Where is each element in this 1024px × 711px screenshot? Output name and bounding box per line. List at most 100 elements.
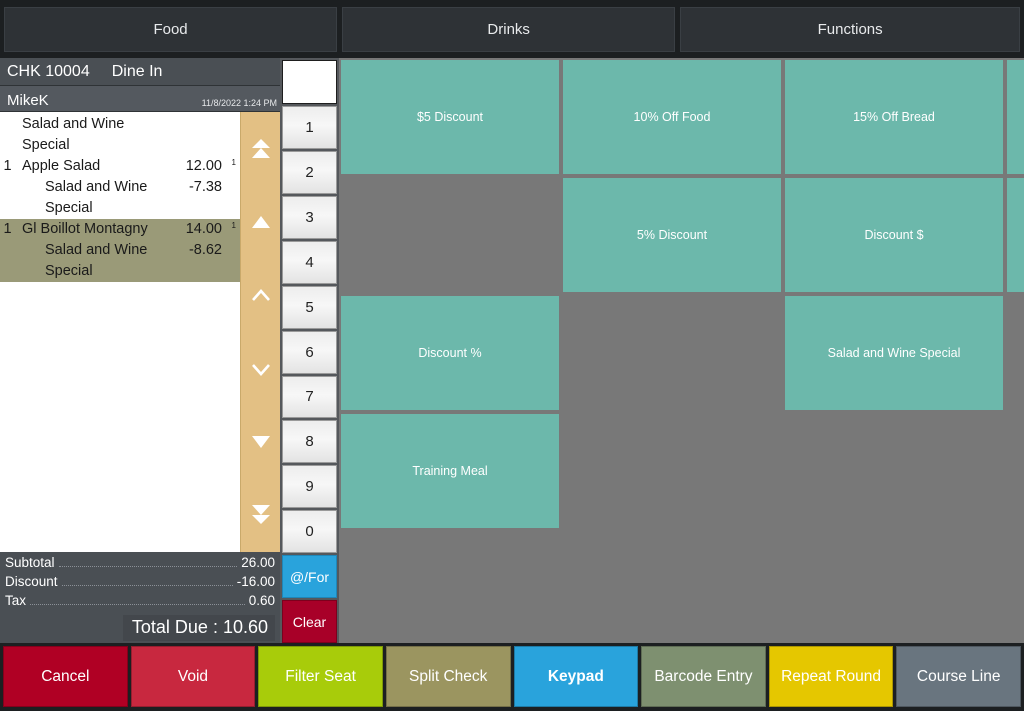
action-button-split-check[interactable]: Split Check [385,646,511,707]
function-tile[interactable]: 15% Off Bread [785,60,1003,174]
subtotal-value: 26.00 [241,555,275,570]
keypad-key-2[interactable]: 2 [282,150,337,194]
order-type: Dine In [111,62,163,80]
function-tile[interactable]: 10% Off Food [563,60,781,174]
keypad-at-for-button[interactable]: @/For [282,555,337,599]
order-items-area: Salad and Wine Special 1 Apple Salad 12.00 1… [0,112,280,552]
action-button-cancel[interactable]: Cancel [3,646,128,707]
function-tile[interactable]: $5 Discount [341,60,559,174]
tab-functions[interactable]: Functions [680,7,1020,52]
action-button-filter-seat[interactable]: Filter Seat [258,646,383,707]
server-bar: MikeK 11/8/2022 1:24 PM [0,86,280,112]
order-line-qty: 1 [3,221,12,237]
order-line-amount: -7.38 [188,179,222,195]
keypad-key-7[interactable]: 7 [282,375,337,419]
order-line-item[interactable]: Special [0,198,240,219]
action-button-label: Split Check [408,667,488,685]
order-items-list[interactable]: Salad and Wine Special 1 Apple Salad 12.00 1… [0,112,240,552]
total-due-value: 10.60 [222,617,268,637]
order-line-item[interactable]: 1 Gl Boillot Montagny 14.00 1 [0,219,240,240]
total-due-row: Total Due:10.60 [123,615,275,641]
order-line-amount: 14.00 [185,221,222,237]
action-button-label: Repeat Round [781,667,882,685]
action-button-course-line[interactable]: Course Line [896,646,1021,707]
keypad-key-0[interactable]: 0 [282,510,337,554]
order-line-name: Special [45,200,93,216]
function-tile-label: Discount $ [864,228,924,242]
order-line-name: Apple Salad [22,158,101,174]
order-line-name: Salad and Wine [45,179,148,195]
keypad-key-6[interactable]: 6 [282,330,337,374]
discount-label: Discount [5,574,58,589]
discount-leader [61,585,233,586]
function-tile[interactable]: 5% Discount [563,178,781,292]
function-tile-clipped[interactable] [1007,60,1024,174]
function-tile[interactable]: Discount $ [785,178,1003,292]
action-button-void[interactable]: Void [130,646,256,707]
scroll-page-up-button[interactable] [241,185,280,258]
function-tile-label: 15% Off Bread [853,110,935,124]
order-line-seat-number: 1 [222,219,240,240]
subtotal-leader [58,566,238,567]
action-button-bar: Cancel Void Filter Seat Split Check Keypad Ba… [0,643,1024,711]
triangle-up-icon [251,215,270,228]
category-tab-bar: Food Drinks Functions [0,0,1024,58]
tab-drinks-label: Drinks [487,21,530,38]
function-tile-clipped[interactable] [1007,178,1024,292]
keypad-key-1[interactable]: 1 [282,106,337,149]
keypad-clear-button[interactable]: Clear [282,600,337,644]
total-due-separator: : [212,617,218,637]
tax-row: Tax 0.60 [5,593,275,612]
total-due-label: Total Due [131,617,208,637]
order-line-item[interactable]: Salad and Wine -7.38 [0,177,240,198]
keypad-key-5[interactable]: 5 [282,285,337,329]
keypad-key-4[interactable]: 4 [282,240,337,284]
order-line-item[interactable]: Special [0,261,240,282]
double-chevron-up-icon [251,138,270,158]
scroll-top-button[interactable] [241,112,280,185]
scroll-bottom-button[interactable] [241,479,280,552]
action-button-keypad[interactable]: Keypad [513,646,639,707]
order-line-seat-value: 1 [231,221,236,230]
action-button-label: Cancel [41,667,90,685]
server-name: MikeK [7,92,49,109]
function-tile-label: $5 Discount [416,110,483,124]
discount-row: Discount -16.00 [5,574,275,593]
keypad-key-3[interactable]: 3 [282,195,337,239]
function-tile-label: 10% Off Food [633,110,711,124]
check-number: CHK 10004 [7,62,90,80]
function-tile[interactable]: Training Meal [341,414,559,528]
order-panel: CHK 10004 Dine In MikeK 11/8/2022 1:24 P… [0,58,280,643]
double-chevron-down-icon [251,505,270,525]
triangle-down-icon [251,435,270,448]
keypad-key-9[interactable]: 9 [282,465,337,509]
function-tile[interactable]: Salad and Wine Special [785,296,1003,410]
totals-section: Subtotal 26.00 Discount -16.00 Tax 0.60 … [0,552,280,643]
tax-label: Tax [5,593,27,608]
order-line-qty: 1 [3,158,12,174]
function-tile-label: Salad and Wine Special [827,346,961,360]
order-line-amount: -8.62 [188,242,222,258]
order-line-seat-number: 1 [222,156,240,177]
keypad-display[interactable] [282,60,337,104]
order-line-item[interactable]: Salad and Wine -8.62 [0,240,240,261]
tab-functions-label: Functions [817,21,883,38]
order-line-item[interactable]: Salad and Wine Special [0,114,240,156]
scroll-page-down-button[interactable] [241,405,280,478]
function-tile-grid: $5 Discount 10% Off Food 15% Off Bread 5% D… [341,60,1024,528]
scroll-up-button[interactable] [241,259,280,332]
action-button-label: Course Line [916,667,1001,685]
keypad-key-8[interactable]: 8 [282,420,337,464]
action-button-barcode-entry[interactable]: Barcode Entry [641,646,766,707]
action-button-label: Filter Seat [285,667,356,685]
tab-food-label: Food [153,21,188,38]
function-tile[interactable]: Discount % [341,296,559,410]
order-line-name: Special [45,263,93,279]
action-button-repeat-round[interactable]: Repeat Round [768,646,894,707]
tab-food[interactable]: Food [4,7,338,52]
tab-drinks[interactable]: Drinks [342,7,676,52]
tax-value: 0.60 [248,593,275,608]
scroll-down-button[interactable] [241,332,280,405]
check-timestamp: 11/8/2022 1:24 PM [201,98,277,108]
order-line-item[interactable]: 1 Apple Salad 12.00 1 [0,156,240,177]
